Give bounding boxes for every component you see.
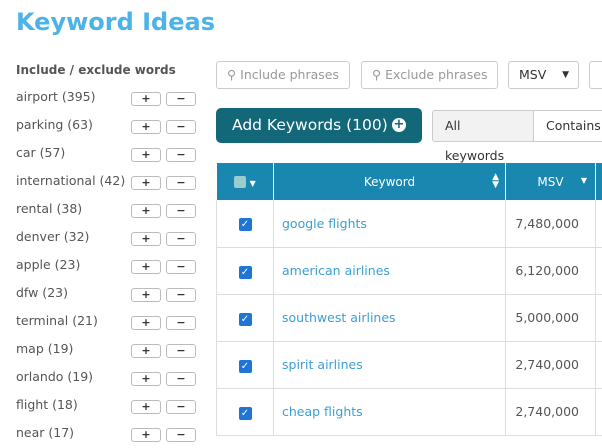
exclude-word-button[interactable]: −	[166, 120, 196, 134]
msv-column-header[interactable]: MSV ▼	[505, 163, 596, 200]
row-checkbox[interactable]: ✓	[238, 406, 252, 420]
caret-down-icon: ▼	[249, 178, 256, 188]
search-icon: ⚲	[372, 67, 382, 82]
table-row: ✓ cheap flights 2,740,000	[216, 388, 602, 436]
exclude-word-button[interactable]: −	[166, 400, 196, 414]
exclude-word-button[interactable]: −	[166, 316, 196, 330]
include-word-button[interactable]: +	[131, 372, 161, 386]
table-row: ✓ american airlines 6,120,000	[216, 247, 602, 295]
exclude-word-button[interactable]: −	[166, 288, 196, 302]
row-checkbox[interactable]: ✓	[238, 265, 252, 279]
keyword-link[interactable]: american airlines	[273, 247, 506, 295]
exclude-word-button[interactable]: −	[166, 148, 196, 162]
include-word-button[interactable]: +	[131, 288, 161, 302]
next-column-header	[595, 163, 602, 200]
msv-select[interactable]: MSV ▼	[508, 61, 579, 89]
table-row: ✓ southwest airlines 5,000,000	[216, 294, 602, 342]
exclude-word-button[interactable]: −	[166, 372, 196, 386]
keyword-link[interactable]: cheap flights	[273, 388, 506, 436]
caret-down-icon: ▼	[562, 70, 569, 80]
extra-filter[interactable]	[589, 61, 602, 89]
exclude-word-button[interactable]: −	[166, 204, 196, 218]
tab-contains[interactable]: Contains	[533, 110, 602, 142]
word-item: international (42) + −	[16, 173, 196, 193]
table-row: ✓ spirit airlines 2,740,000	[216, 341, 602, 389]
include-word-button[interactable]: +	[131, 260, 161, 274]
exclude-word-button[interactable]: −	[166, 232, 196, 246]
search-icon: ⚲	[227, 67, 237, 82]
include-word-button[interactable]: +	[131, 204, 161, 218]
keyword-link[interactable]: spirit airlines	[273, 341, 506, 389]
include-word-button[interactable]: +	[131, 316, 161, 330]
row-checkbox[interactable]: ✓	[238, 218, 252, 232]
msv-value: 2,740,000	[505, 388, 596, 436]
exclude-phrases-input[interactable]: ⚲ Exclude phrases	[361, 61, 498, 89]
word-item: car (57) + −	[16, 145, 196, 165]
word-item: terminal (21) + −	[16, 313, 196, 333]
row-checkbox[interactable]: ✓	[238, 312, 252, 326]
word-item: rental (38) + −	[16, 201, 196, 221]
word-item: dfw (23) + −	[16, 285, 196, 305]
msv-value: 2,740,000	[505, 341, 596, 389]
include-exclude-heading: Include / exclude words	[16, 63, 176, 77]
word-item: denver (32) + −	[16, 229, 196, 249]
msv-value: 6,120,000	[505, 247, 596, 295]
word-item: orlando (19) + −	[16, 369, 196, 389]
exclude-word-button[interactable]: −	[166, 260, 196, 274]
include-word-button[interactable]: +	[131, 92, 161, 106]
table-row: ✓ google flights 7,480,000	[216, 200, 602, 248]
keyword-link[interactable]: southwest airlines	[273, 294, 506, 342]
page-title: Keyword Ideas	[16, 8, 215, 36]
exclude-word-button[interactable]: −	[166, 92, 196, 106]
row-checkbox[interactable]: ✓	[238, 359, 252, 373]
word-item: apple (23) + −	[16, 257, 196, 277]
msv-value: 5,000,000	[505, 294, 596, 342]
add-keywords-button[interactable]: Add Keywords (100) +	[216, 108, 422, 143]
include-word-button[interactable]: +	[131, 232, 161, 246]
include-word-button[interactable]: +	[131, 400, 161, 414]
word-item: parking (63) + −	[16, 117, 196, 137]
select-all-checkbox[interactable]: ▼	[216, 163, 274, 200]
include-word-button[interactable]: +	[131, 344, 161, 358]
word-item: near (17) + −	[16, 425, 196, 445]
keyword-link[interactable]: google flights	[273, 200, 506, 248]
plus-circle-icon: +	[392, 117, 406, 132]
tab-all-keywords[interactable]: All keywords	[432, 110, 534, 163]
word-item: flight (18) + −	[16, 397, 196, 417]
word-item: airport (395) + −	[16, 89, 196, 109]
caret-down-icon: ▼	[580, 176, 587, 185]
exclude-word-button[interactable]: −	[166, 344, 196, 358]
msv-value: 7,480,000	[505, 200, 596, 248]
include-word-button[interactable]: +	[131, 148, 161, 162]
include-word-button[interactable]: +	[131, 120, 161, 134]
keyword-column-header[interactable]: Keyword ▲ ▼	[273, 163, 506, 200]
include-phrases-input[interactable]: ⚲ Include phrases	[216, 61, 350, 89]
exclude-word-button[interactable]: −	[166, 176, 196, 190]
include-word-button[interactable]: +	[131, 428, 161, 442]
word-item: map (19) + −	[16, 341, 196, 361]
keyword-table: ▼ Keyword ▲ ▼ MSV ▼ ✓ google flights 7,480,00…	[216, 163, 602, 436]
sort-icon: ▲ ▼	[492, 172, 499, 190]
include-word-button[interactable]: +	[131, 176, 161, 190]
exclude-word-button[interactable]: −	[166, 428, 196, 442]
